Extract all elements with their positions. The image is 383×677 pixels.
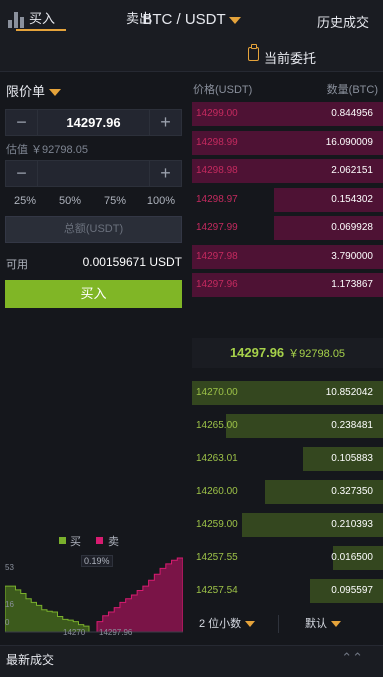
percent-25-button[interactable]: 25%: [3, 195, 47, 207]
bid-row[interactable]: 14263.01 0.105883: [192, 447, 383, 471]
last-price: 14297.96 ￥92798.05: [192, 338, 383, 368]
bid-amount: 0.238481: [331, 420, 373, 431]
decimals-select[interactable]: 2 位小数: [199, 615, 256, 631]
pair-label: BTC / USDT: [142, 11, 226, 28]
legend-buy-swatch: [59, 537, 66, 544]
bid-price: 14265.00: [196, 420, 238, 431]
percent-100-button[interactable]: 100%: [139, 195, 183, 207]
depth-mode-label: 默认: [305, 618, 327, 630]
decimals-select-label: 2 位小数: [199, 618, 242, 630]
caret-down-icon: [245, 621, 256, 628]
latest-trades-label: 最新成交: [6, 653, 55, 667]
available-value: 0.00159671 USDT: [82, 255, 182, 269]
order-type-select[interactable]: 限价单: [6, 81, 62, 100]
percent-75-button[interactable]: 75%: [93, 195, 137, 207]
ask-row[interactable]: 14297.96 1.173867: [192, 273, 383, 297]
bid-row[interactable]: 14257.54 0.095597: [192, 579, 383, 603]
depth-y-label-top: 53: [5, 563, 14, 572]
bid-row[interactable]: 14257.55 0.016500: [192, 546, 383, 570]
total-input[interactable]: 总额(USDT): [5, 216, 182, 243]
ask-amount: 2.062151: [331, 165, 373, 176]
bid-row[interactable]: 14259.00 0.210393: [192, 513, 383, 537]
caret-down-icon: [49, 89, 62, 97]
amount-stepper: − +: [5, 160, 182, 187]
legend-sell-swatch: [96, 537, 103, 544]
latest-trades-bar[interactable]: [0, 645, 383, 677]
ask-amount: 0.069928: [331, 222, 373, 233]
caret-down-icon: [228, 16, 241, 24]
last-price-cny: ￥92798.05: [288, 348, 346, 360]
active-tab-indicator: [16, 29, 66, 31]
last-price-usdt: 14297.96: [229, 345, 285, 360]
legend-buy-label: 买: [70, 536, 81, 548]
bid-row[interactable]: 14265.00 0.238481: [192, 414, 383, 438]
bid-amount: 0.105883: [331, 453, 373, 464]
ask-price: 14299.00: [196, 108, 238, 119]
amount-increase-button[interactable]: +: [149, 161, 181, 186]
bid-amount: 10.852042: [325, 387, 373, 398]
ask-price: 14297.98: [196, 250, 238, 262]
ask-row[interactable]: 14298.99 16.090009: [192, 130, 383, 155]
depth-y-label-mid: 16: [5, 600, 14, 609]
price-increase-button[interactable]: +: [149, 110, 181, 135]
ask-row[interactable]: 14299.00 0.844956: [192, 102, 383, 126]
ask-price: 14297.96: [196, 279, 238, 290]
ask-price: 14297.99: [196, 222, 238, 233]
bid-price: 14263.01: [196, 453, 238, 464]
ask-amount: 0.844956: [331, 108, 373, 119]
ask-amount: 16.090009: [325, 136, 373, 148]
ask-row[interactable]: 14298.97 0.154302: [192, 187, 383, 212]
bid-price: 14259.00: [196, 519, 238, 530]
bid-price: 14257.55: [196, 552, 238, 563]
tab-sell[interactable]: 卖出: [126, 8, 152, 27]
spread-percent: 0.19%: [81, 555, 113, 567]
price-stepper: − 14297.96 +: [5, 109, 182, 136]
order-type-label: 限价单: [6, 84, 46, 99]
bid-amount: 0.327350: [331, 486, 373, 497]
ask-price: 14298.99: [196, 136, 238, 148]
tab-open-orders[interactable]: 当前委托: [264, 48, 316, 67]
book-header-price: 价格(USDT): [193, 84, 253, 96]
legend-sell-label: 卖: [108, 536, 119, 548]
history-trades-link[interactable]: 历史成交: [317, 12, 369, 31]
clipboard-icon: [248, 44, 259, 61]
price-estimate: 估值 ￥92798.05: [6, 144, 88, 156]
ask-price: 14298.98: [196, 165, 238, 176]
bid-amount: 0.210393: [331, 519, 373, 530]
ask-price: 14298.97: [196, 193, 238, 205]
ask-row[interactable]: 14298.98 2.062151: [192, 159, 383, 183]
bid-amount: 0.016500: [331, 552, 373, 563]
depth-x-label-ask: 14297.96: [99, 628, 133, 637]
ask-amount: 0.154302: [331, 193, 373, 205]
ask-row[interactable]: 14297.98 3.790000: [192, 244, 383, 269]
expand-up-icon[interactable]: ⌃⌃: [341, 650, 363, 666]
bid-price: 14260.00: [196, 486, 238, 497]
ask-row[interactable]: 14297.99 0.069928: [192, 216, 383, 240]
bid-row[interactable]: 14260.00 0.327350: [192, 480, 383, 504]
ask-depth-area: [96, 557, 183, 633]
price-input[interactable]: 14297.96: [38, 115, 149, 130]
caret-down-icon: [331, 621, 341, 628]
ask-amount: 3.790000: [331, 250, 373, 262]
bid-row[interactable]: 14270.00 10.852042: [192, 381, 383, 405]
book-header-amount: 数量(BTC): [326, 84, 378, 96]
buy-button[interactable]: 买入: [5, 280, 182, 308]
depth-y-label-bottom: 0: [5, 618, 10, 627]
percent-50-button[interactable]: 50%: [48, 195, 92, 207]
depth-x-label-bid: 14270: [63, 628, 86, 637]
ask-amount: 1.173867: [331, 279, 373, 290]
amount-decrease-button[interactable]: −: [6, 161, 38, 186]
bid-amount: 0.095597: [331, 585, 373, 596]
bid-price: 14257.54: [196, 585, 238, 596]
tab-buy[interactable]: 买入: [29, 8, 55, 27]
price-decrease-button[interactable]: −: [6, 110, 38, 135]
divider: [278, 615, 279, 633]
trade-tabs: [0, 40, 383, 72]
bid-price: 14270.00: [196, 387, 238, 398]
depth-mode-select[interactable]: 默认: [305, 615, 341, 631]
available-label: 可用: [6, 259, 28, 271]
bid-depth-area: [5, 585, 90, 633]
